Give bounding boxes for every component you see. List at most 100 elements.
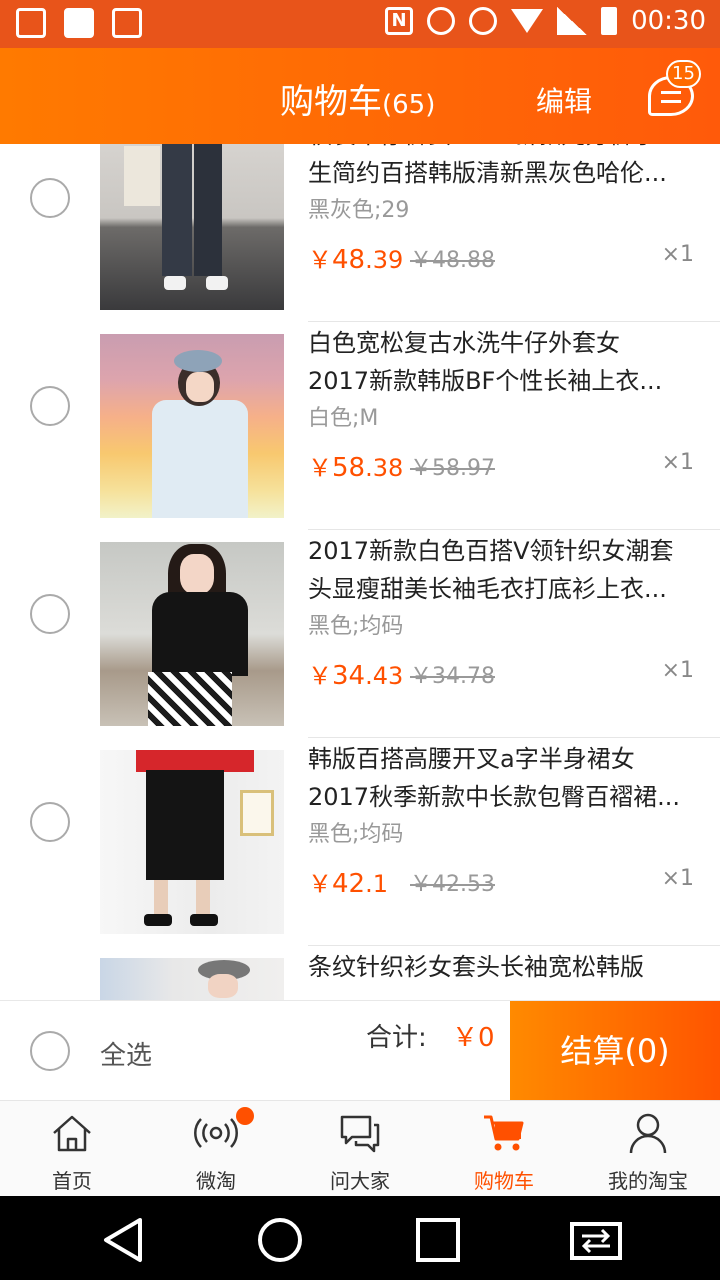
item-checkbox[interactable] <box>30 178 70 218</box>
checkout-button[interactable]: 结算(0) <box>510 1001 720 1101</box>
product-title-line: 条纹针织衫女套头长袖宽松韩版 <box>308 953 644 981</box>
product-image[interactable] <box>100 750 284 934</box>
product-sku[interactable]: 黑灰色;29 <box>308 192 409 224</box>
quantity: ×1 <box>661 242 694 267</box>
home-icon <box>53 1115 91 1152</box>
cart-icon <box>484 1115 524 1151</box>
product-title[interactable]: 秋装牛仔裤女2017新款九分裤学 生简约百搭韩版清新黑灰色哈伦... <box>308 144 704 192</box>
message-badge: 15 <box>666 60 701 88</box>
status-bar: N 00:30 <box>0 0 720 48</box>
cart-item[interactable]: 2017新款白色百搭V领针织女潮套 头显瘦甜美长袖毛衣打底衫上衣... 黑色;均… <box>0 530 720 738</box>
price-symbol: ￥ <box>308 454 332 482</box>
original-price: ￥58.97 <box>410 456 495 481</box>
checkout-bar: 全选 合计: ￥0 结算(0) <box>0 1000 720 1101</box>
cart-item[interactable]: 秋装牛仔裤女2017新款九分裤学 生简约百搭韩版清新黑灰色哈伦... 黑灰色;2… <box>0 144 720 322</box>
tab-bar: 首页 微淘 问大家 购物车 我的淘宝 <box>0 1100 720 1196</box>
header: 购物车 (65) 编辑 15 <box>0 48 720 144</box>
product-title-line: 2017新款韩版BF个性长袖上衣... <box>308 367 663 395</box>
quantity: ×1 <box>661 658 694 683</box>
vibrate-icon <box>427 7 456 35</box>
select-all-label[interactable]: 全选 <box>100 1035 152 1072</box>
product-title-line: 韩版百搭高腰开叉a字半身裙女 <box>308 745 635 773</box>
quantity: ×1 <box>661 866 694 891</box>
tab-weitao[interactable]: 微淘 <box>144 1101 288 1197</box>
price-decimal: .39 <box>365 246 404 274</box>
product-price: ￥48.39 <box>308 240 403 275</box>
product-title-line: 头显瘦甜美长袖毛衣打底衫上衣... <box>308 575 667 603</box>
original-price: ￥34.78 <box>410 664 495 689</box>
cart-count: (65) <box>382 90 436 120</box>
product-price: ￥42.1 <box>308 864 388 899</box>
page-title-text: 购物车 <box>280 82 382 122</box>
image-icon <box>112 8 142 38</box>
page-title: 购物车 (65) <box>280 74 435 123</box>
product-price: ￥34.43 <box>308 656 403 691</box>
back-icon[interactable] <box>100 1216 148 1264</box>
original-price: ￥42.53 <box>410 872 495 897</box>
profile-icon <box>629 1113 667 1154</box>
price-symbol: ￥ <box>308 870 332 898</box>
item-checkbox[interactable] <box>30 594 70 634</box>
signal-icon <box>557 7 588 35</box>
item-checkbox[interactable] <box>30 386 70 426</box>
system-nav-bar <box>0 1196 720 1280</box>
product-price: ￥58.38 <box>308 448 403 483</box>
price-integer: 42 <box>332 869 366 899</box>
item-checkbox[interactable] <box>30 802 70 842</box>
chat-icon <box>340 1115 380 1153</box>
switch-icon[interactable] <box>568 1216 624 1264</box>
product-sku[interactable]: 黑色;均码 <box>308 608 403 640</box>
recents-icon[interactable] <box>414 1216 462 1264</box>
nfc-icon: N <box>385 7 414 35</box>
product-title[interactable]: 韩版百搭高腰开叉a字半身裙女 2017秋季新款中长款包臀百褶裙... <box>308 740 704 816</box>
product-title-line: 2017秋季新款中长款包臀百褶裙... <box>308 783 680 811</box>
document-icon <box>16 8 46 38</box>
tab-label: 微淘 <box>196 1169 236 1193</box>
app-icon <box>64 8 94 38</box>
notification-dot <box>236 1107 254 1125</box>
product-title-line: 生简约百搭韩版清新黑灰色哈伦... <box>308 159 667 187</box>
cart-item[interactable]: 白色宽松复古水洗牛仔外套女 2017新款韩版BF个性长袖上衣... 白色;M ￥… <box>0 322 720 530</box>
total-label: 合计: <box>366 1023 427 1053</box>
alarm-icon <box>469 7 498 35</box>
product-image[interactable] <box>100 334 284 518</box>
tab-profile[interactable]: 我的淘宝 <box>576 1101 720 1197</box>
status-time: 00:30 <box>631 6 706 36</box>
product-image[interactable] <box>100 144 284 310</box>
price-integer: 34 <box>332 661 366 691</box>
original-price: ￥48.88 <box>410 248 495 273</box>
edit-button[interactable]: 编辑 <box>536 80 592 120</box>
product-title[interactable]: 条纹针织衫女套头长袖宽松韩版 <box>308 948 704 986</box>
product-title[interactable]: 白色宽松复古水洗牛仔外套女 2017新款韩版BF个性长袖上衣... <box>308 324 704 400</box>
wifi-icon <box>511 9 544 33</box>
tab-home[interactable]: 首页 <box>0 1101 144 1197</box>
select-all-checkbox[interactable] <box>30 1031 70 1071</box>
price-decimal: .43 <box>365 662 404 690</box>
price-symbol: ￥ <box>308 662 332 690</box>
price-decimal: .38 <box>365 454 404 482</box>
tab-label: 购物车 <box>474 1169 534 1193</box>
cart-item[interactable]: 条纹针织衫女套头长袖宽松韩版 <box>0 946 720 1000</box>
tab-ask[interactable]: 问大家 <box>288 1101 432 1197</box>
product-title-line: 白色宽松复古水洗牛仔外套女 <box>308 329 620 357</box>
cart-list[interactable]: 秋装牛仔裤女2017新款九分裤学 生简约百搭韩版清新黑灰色哈伦... 黑灰色;2… <box>0 144 720 1000</box>
product-title-line: 秋装牛仔裤女2017新款九分裤学 <box>308 144 704 154</box>
tab-label: 首页 <box>52 1169 92 1193</box>
cart-item[interactable]: 韩版百搭高腰开叉a字半身裙女 2017秋季新款中长款包臀百褶裙... 黑色;均码… <box>0 738 720 946</box>
product-sku[interactable]: 黑色;均码 <box>308 816 403 848</box>
product-sku[interactable]: 白色;M <box>308 400 378 432</box>
price-symbol: ￥ <box>308 246 332 274</box>
total-value: ￥0 <box>452 1023 495 1053</box>
tab-label: 我的淘宝 <box>608 1169 688 1193</box>
product-title[interactable]: 2017新款白色百搭V领针织女潮套 头显瘦甜美长袖毛衣打底衫上衣... <box>308 532 704 608</box>
tab-label: 问大家 <box>330 1169 390 1193</box>
tab-cart[interactable]: 购物车 <box>432 1101 576 1197</box>
product-image[interactable] <box>100 542 284 726</box>
product-title-line: 2017新款白色百搭V领针织女潮套 <box>308 537 674 565</box>
price-integer: 48 <box>332 245 366 275</box>
product-image[interactable] <box>100 958 284 1000</box>
weitao-icon <box>194 1118 238 1148</box>
home-circle-icon[interactable] <box>256 1216 304 1264</box>
battery-icon <box>601 7 618 35</box>
price-decimal: .1 <box>365 870 388 898</box>
